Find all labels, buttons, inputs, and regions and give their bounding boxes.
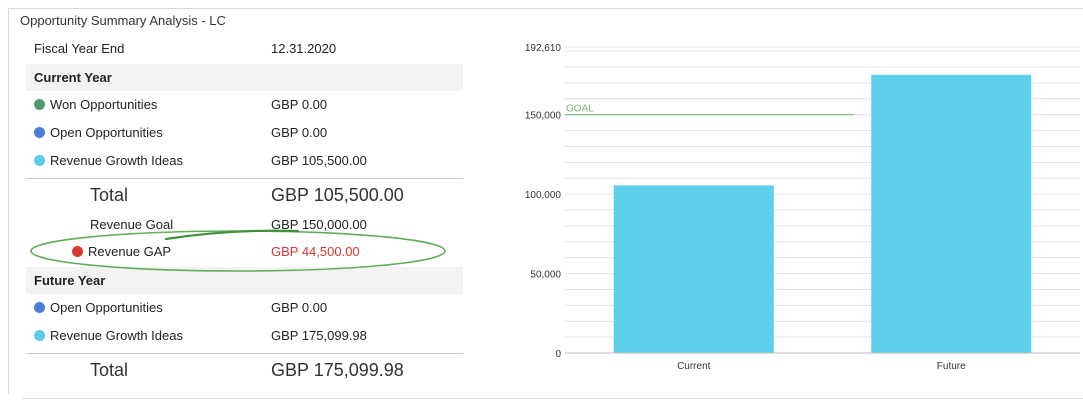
revenue-gap-row: Revenue GAP GBP 44,500.00 [26,238,463,265]
bottom-divider [22,398,1083,399]
current-total-divider [26,178,463,179]
current-total-value: GBP 105,500.00 [271,184,404,205]
y-tick-label: 192,610 [525,43,562,54]
revenue-growth-ideas-label[interactable]: Revenue Growth Ideas [34,153,183,168]
won-opportunities-label[interactable]: Won Opportunities [34,97,157,112]
revenue-growth-ideas-value: GBP 105,500.00 [271,153,367,168]
future-open-opportunities-value: GBP 0.00 [271,300,328,315]
revenue-goal-label: Revenue Goal [90,217,174,232]
y-tick-label: 50,000 [530,270,561,281]
current-open-row[interactable]: Open Opportunities GBP 0.00 [26,119,463,146]
revenue-gap-label: Revenue GAP [72,244,171,259]
future-year-heading: Future Year [34,273,106,288]
x-tick-label: Current [677,361,711,372]
revenue-gap-value: GBP 44,500.00 [271,244,360,259]
current-year-header: Current Year [26,64,463,91]
current-year-heading: Current Year [34,70,112,85]
future-year-header: Future Year [26,267,463,294]
future-open-status-dot [34,302,45,313]
fiscal-year-value: 12.31.2020 [271,41,337,56]
future-ideas-status-dot [34,330,45,341]
opportunity-bar-chart: 0 50,000 100,000 150,000 192,610 Current Futur… [525,43,1080,372]
y-tick-label: 100,000 [525,190,562,201]
x-tick-label: Future [937,361,966,372]
goal-label: GOAL [566,104,594,115]
fiscal-year-row: Fiscal Year End 12.31.2020 [26,35,463,62]
revenue-goal-row: Revenue Goal GBP 150,000.00 [26,211,463,238]
won-status-dot [34,99,45,110]
open-status-dot [34,127,45,138]
gap-status-dot [72,246,83,257]
won-opportunities-value: GBP 0.00 [271,97,328,112]
panel-title: Opportunity Summary Analysis - LC [20,13,226,28]
future-open-opportunities-label[interactable]: Open Opportunities [34,300,163,315]
current-won-row[interactable]: Won Opportunities GBP 0.00 [26,91,463,118]
open-opportunities-value: GBP 0.00 [271,125,328,140]
y-tick-label: 150,000 [525,111,562,122]
current-ideas-row[interactable]: Revenue Growth Ideas GBP 105,500.00 [26,147,463,174]
ideas-status-dot [34,155,45,166]
future-total-row: Total GBP 175,099.98 [26,355,463,385]
fiscal-year-label: Fiscal Year End [34,41,125,56]
future-revenue-growth-ideas-label[interactable]: Revenue Growth Ideas [34,328,183,343]
open-opportunities-label[interactable]: Open Opportunities [34,125,163,140]
future-total-divider [26,353,463,354]
y-tick-label: 0 [555,349,561,360]
bar-future [871,74,1032,354]
bar-current [613,185,774,353]
future-total-label: Total [90,359,129,380]
revenue-goal-value: GBP 150,000.00 [271,217,367,232]
future-ideas-row[interactable]: Revenue Growth Ideas GBP 175,099.98 [26,322,463,349]
future-total-value: GBP 175,099.98 [271,359,404,380]
future-revenue-growth-ideas-value: GBP 175,099.98 [271,328,367,343]
future-open-row[interactable]: Open Opportunities GBP 0.00 [26,294,463,321]
current-total-label: Total [90,184,129,205]
current-total-row: Total GBP 105,500.00 [26,180,463,210]
